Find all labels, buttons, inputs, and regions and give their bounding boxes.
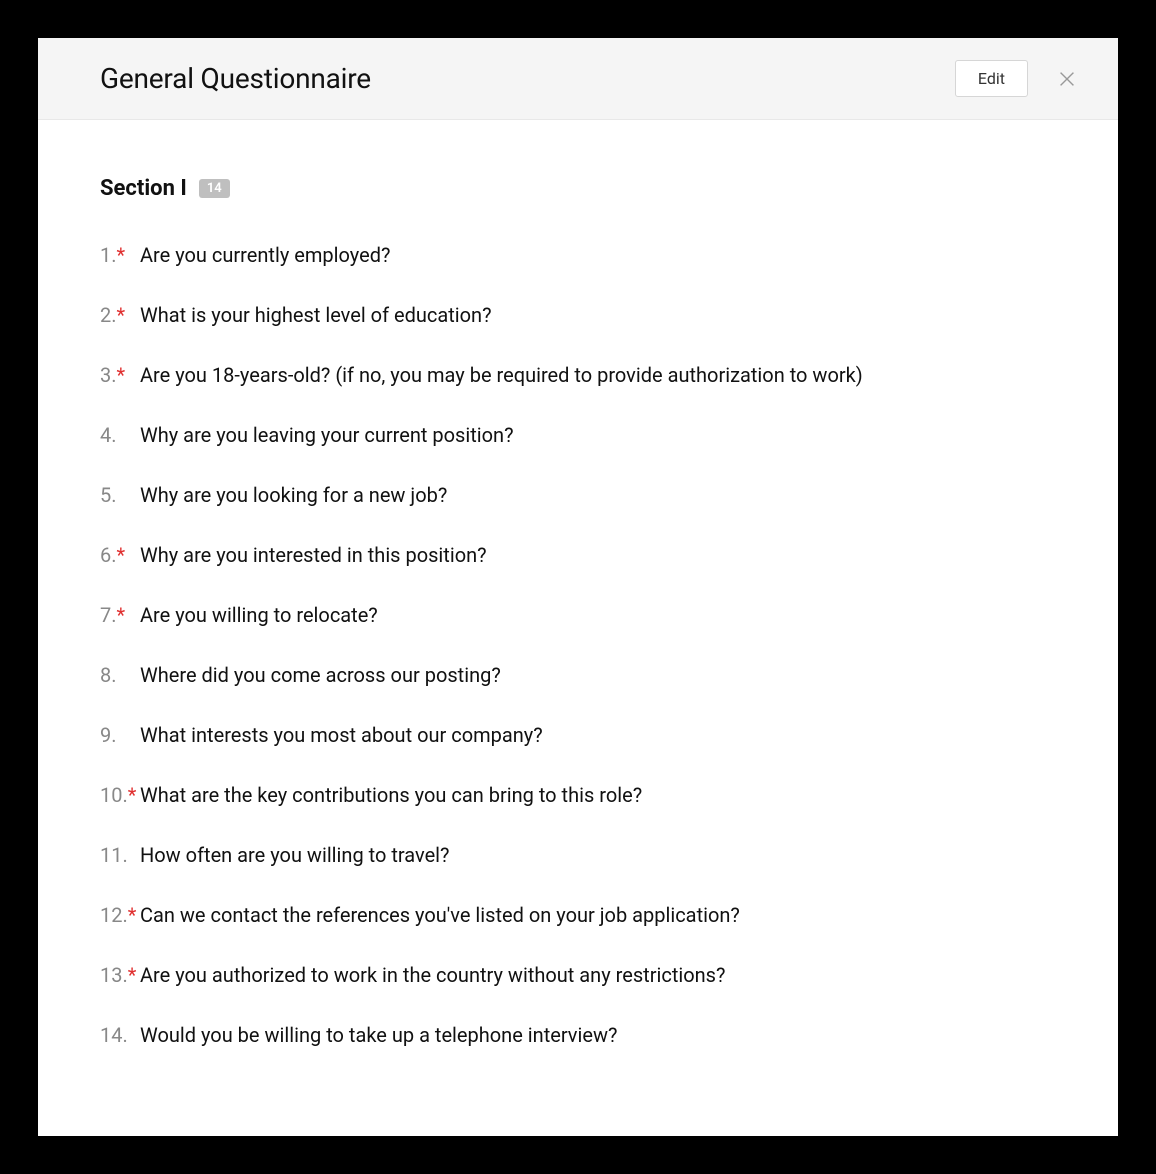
required-star-icon: * bbox=[117, 301, 126, 329]
question-number-text: 3. bbox=[100, 361, 117, 389]
question-number-text: 7. bbox=[100, 601, 117, 629]
question-text: How often are you willing to travel? bbox=[140, 841, 450, 869]
section-title: Section I bbox=[100, 176, 187, 201]
question-text: Are you authorized to work in the countr… bbox=[140, 961, 725, 989]
section-header: Section I 14 bbox=[100, 176, 1056, 201]
question-number-text: 4. bbox=[100, 421, 117, 449]
question-number: 3.* bbox=[100, 361, 140, 389]
question-number: 1.* bbox=[100, 241, 140, 269]
question-text: Are you 18-years-old? (if no, you may be… bbox=[140, 361, 863, 389]
question-number: 8. bbox=[100, 661, 140, 689]
required-star-icon: * bbox=[128, 901, 137, 929]
question-text: What is your highest level of education? bbox=[140, 301, 492, 329]
question-row: 1.*Are you currently employed? bbox=[100, 241, 1056, 269]
question-text: Would you be willing to take up a teleph… bbox=[140, 1021, 617, 1049]
question-number-text: 8. bbox=[100, 661, 117, 689]
question-number: 7.* bbox=[100, 601, 140, 629]
question-row: 2.*What is your highest level of educati… bbox=[100, 301, 1056, 329]
question-text: What interests you most about our compan… bbox=[140, 721, 543, 749]
question-row: 14. Would you be willing to take up a tel… bbox=[100, 1021, 1056, 1049]
required-star-icon: * bbox=[128, 781, 137, 809]
question-number-text: 12. bbox=[100, 901, 128, 929]
required-star-icon: * bbox=[128, 961, 137, 989]
question-number: 5. bbox=[100, 481, 140, 509]
question-text: Can we contact the references you've lis… bbox=[140, 901, 740, 929]
required-star-icon: * bbox=[117, 361, 126, 389]
question-row: 11. How often are you willing to travel? bbox=[100, 841, 1056, 869]
question-number: 6.* bbox=[100, 541, 140, 569]
question-text: Where did you come across our posting? bbox=[140, 661, 501, 689]
close-button[interactable] bbox=[1052, 64, 1082, 94]
modal-title: General Questionnaire bbox=[100, 62, 371, 95]
question-number: 14. bbox=[100, 1021, 140, 1049]
question-row: 13.*Are you authorized to work in the co… bbox=[100, 961, 1056, 989]
question-text: Why are you looking for a new job? bbox=[140, 481, 447, 509]
question-text: What are the key contributions you can b… bbox=[140, 781, 642, 809]
question-row: 3.*Are you 18-years-old? (if no, you may… bbox=[100, 361, 1056, 389]
section-count-badge: 14 bbox=[199, 179, 230, 199]
question-number: 2.* bbox=[100, 301, 140, 329]
question-number-text: 11. bbox=[100, 841, 128, 869]
question-number-text: 5. bbox=[100, 481, 117, 509]
question-number: 11. bbox=[100, 841, 140, 869]
question-text: Are you willing to relocate? bbox=[140, 601, 378, 629]
question-row: 10.*What are the key contributions you c… bbox=[100, 781, 1056, 809]
edit-button[interactable]: Edit bbox=[955, 60, 1028, 97]
question-text: Why are you leaving your current positio… bbox=[140, 421, 514, 449]
question-number-text: 1. bbox=[100, 241, 117, 269]
question-number-text: 13. bbox=[100, 961, 128, 989]
question-number-text: 6. bbox=[100, 541, 117, 569]
required-star-icon: * bbox=[117, 541, 126, 569]
close-icon bbox=[1056, 68, 1078, 90]
question-number: 9. bbox=[100, 721, 140, 749]
required-star-icon: * bbox=[117, 601, 126, 629]
question-row: 12.*Can we contact the references you've… bbox=[100, 901, 1056, 929]
modal-content: Section I 14 1.*Are you currently employ… bbox=[38, 120, 1118, 1136]
question-row: 8. Where did you come across our posting? bbox=[100, 661, 1056, 689]
question-text: Are you currently employed? bbox=[140, 241, 390, 269]
question-row: 4. Why are you leaving your current posit… bbox=[100, 421, 1056, 449]
question-number: 13.* bbox=[100, 961, 140, 989]
question-row: 5. Why are you looking for a new job? bbox=[100, 481, 1056, 509]
question-row: 7.*Are you willing to relocate? bbox=[100, 601, 1056, 629]
question-list: 1.*Are you currently employed?2.*What is… bbox=[100, 241, 1056, 1049]
question-number-text: 9. bbox=[100, 721, 117, 749]
header-actions: Edit bbox=[955, 60, 1082, 97]
question-number: 12.* bbox=[100, 901, 140, 929]
question-number-text: 10. bbox=[100, 781, 128, 809]
required-star-icon: * bbox=[117, 241, 126, 269]
question-number-text: 2. bbox=[100, 301, 117, 329]
question-text: Why are you interested in this position? bbox=[140, 541, 487, 569]
question-number: 10.* bbox=[100, 781, 140, 809]
question-number-text: 14. bbox=[100, 1021, 128, 1049]
modal-header: General Questionnaire Edit bbox=[38, 38, 1118, 120]
question-number: 4. bbox=[100, 421, 140, 449]
question-row: 9. What interests you most about our comp… bbox=[100, 721, 1056, 749]
question-row: 6.*Why are you interested in this positi… bbox=[100, 541, 1056, 569]
questionnaire-modal: General Questionnaire Edit Section I 14 … bbox=[38, 38, 1118, 1136]
